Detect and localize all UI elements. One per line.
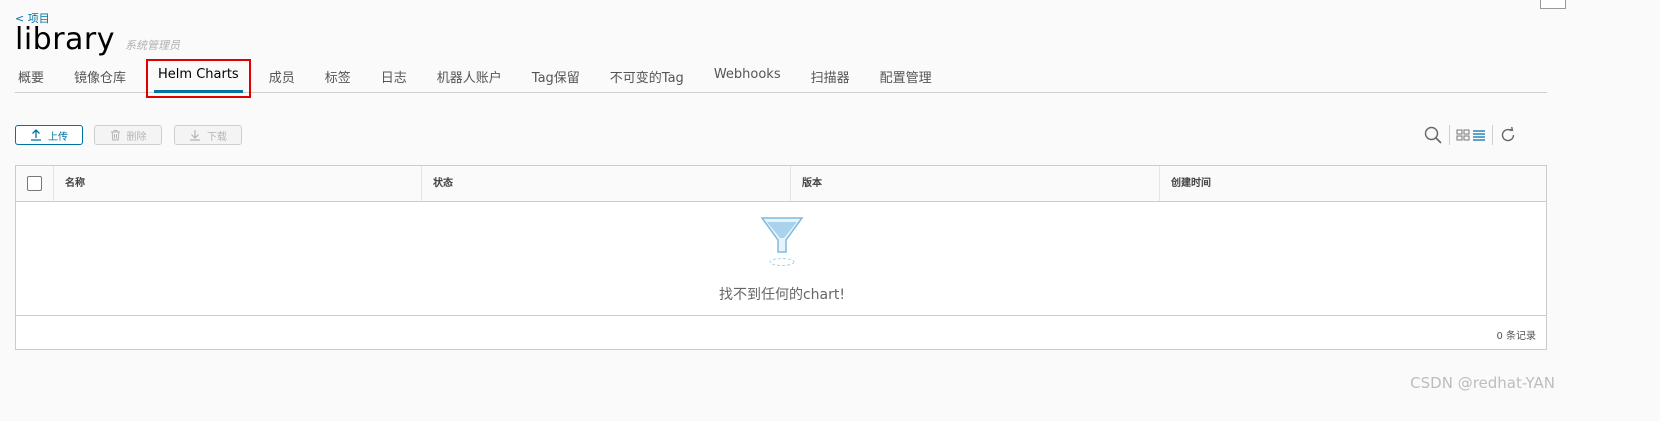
select-all-checkbox[interactable]	[27, 176, 42, 191]
charts-datagrid: 名称 状态 版本 创建时间 找不到任何的chart! 0 条记录	[15, 165, 1547, 350]
upload-button[interactable]: 上传	[15, 125, 83, 145]
empty-message: 找不到任何的chart!	[16, 284, 1546, 304]
tab-tag-retention[interactable]: Tag保留	[528, 62, 584, 91]
record-count: 0 条记录	[1496, 331, 1536, 342]
page-header: library 系统管理员	[15, 22, 180, 57]
tab-helm-charts[interactable]: Helm Charts	[146, 59, 251, 98]
datagrid-header: 名称 状态 版本 创建时间	[16, 166, 1546, 202]
tab-robot-accounts[interactable]: 机器人账户	[433, 62, 506, 91]
highlight-box	[146, 59, 251, 98]
upload-label: 上传	[48, 131, 68, 143]
tab-webhooks[interactable]: Webhooks	[710, 62, 785, 91]
grid-toolbar	[1423, 124, 1517, 146]
column-header-version[interactable]: 版本	[791, 166, 1160, 201]
project-tabs: 概要 镜像仓库 Helm Charts 成员 标签 日志 机器人账户 Tag保留…	[15, 59, 1547, 98]
refresh-icon[interactable]	[1499, 126, 1517, 144]
list-view-icon[interactable]	[1472, 129, 1486, 141]
tab-members[interactable]: 成员	[265, 62, 299, 91]
card-view-icon[interactable]	[1456, 129, 1470, 141]
download-icon	[189, 129, 201, 141]
tab-summary[interactable]: 概要	[15, 62, 48, 91]
delete-label: 删除	[126, 131, 147, 143]
empty-placeholder: 找不到任何的chart!	[16, 202, 1546, 316]
search-icon[interactable]	[1423, 125, 1443, 145]
tab-labels[interactable]: 标签	[321, 62, 355, 91]
tab-immutable-tags[interactable]: 不可变的Tag	[606, 62, 688, 91]
watermark: CSDN @redhat-YAN	[1410, 374, 1555, 392]
toolbar-divider	[1492, 125, 1493, 145]
filter-funnel-icon	[760, 216, 804, 272]
user-role-label: 系统管理员	[125, 39, 181, 52]
download-label: 下载	[207, 131, 227, 143]
trash-icon	[110, 129, 121, 141]
column-header-created[interactable]: 创建时间	[1160, 166, 1546, 201]
tab-scanners[interactable]: 扫描器	[807, 62, 854, 91]
toolbar-divider	[1449, 125, 1450, 145]
page-title: library	[15, 22, 116, 57]
tab-configuration[interactable]: 配置管理	[876, 62, 936, 91]
datagrid-footer: 0 条记录	[16, 316, 1546, 350]
column-header-name[interactable]: 名称	[54, 166, 422, 201]
delete-button[interactable]: 删除	[94, 125, 162, 145]
tab-repositories[interactable]: 镜像仓库	[70, 62, 130, 91]
select-all-cell	[16, 166, 54, 201]
empty-message-text: 找不到任何的chart!	[718, 287, 845, 303]
upload-icon	[30, 129, 42, 141]
download-button[interactable]: 下载	[174, 125, 242, 145]
column-header-status[interactable]: 状态	[422, 166, 791, 201]
tab-logs[interactable]: 日志	[377, 62, 411, 91]
window-corner-control	[1540, 0, 1566, 9]
